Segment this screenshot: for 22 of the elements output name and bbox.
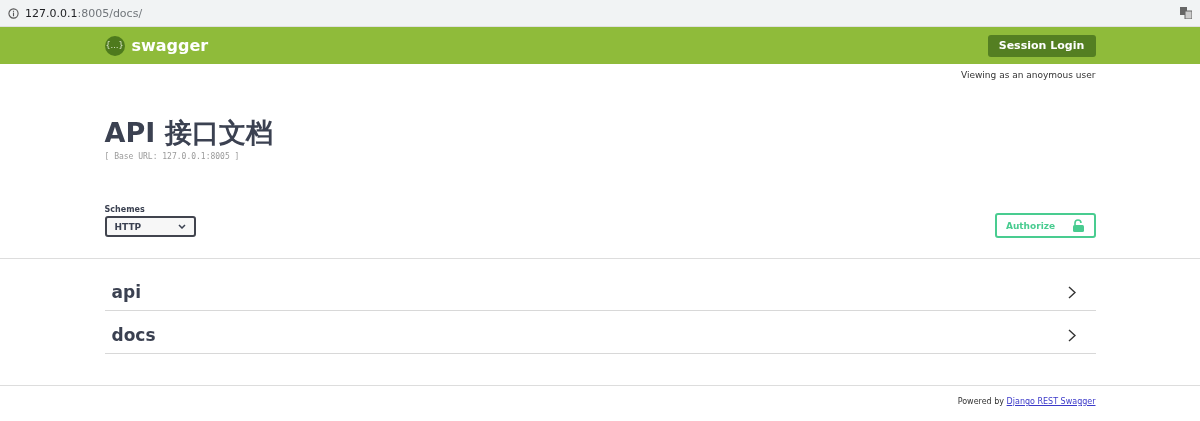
url-text: 127.0.0.1:8005/docs/ (25, 6, 143, 20)
chevron-right-icon (1067, 285, 1076, 299)
address-bar[interactable]: 127.0.0.1:8005/docs/ (0, 0, 1200, 27)
chevron-right-icon (1067, 328, 1076, 342)
page-title: API 接口文档 (104, 116, 274, 150)
base-url: [ Base URL: 127.0.0.1:8005 ] (104, 152, 241, 161)
info-icon[interactable] (8, 7, 19, 19)
unlock-icon (1073, 219, 1085, 232)
user-note: Viewing as an anoymous user (960, 70, 1096, 80)
section-header[interactable]: api (104, 274, 1096, 311)
section-name: api (111, 282, 141, 302)
section-name: docs (111, 325, 156, 345)
logo-icon: {…} (104, 35, 125, 56)
footer-link[interactable]: Django REST Swagger (1006, 397, 1096, 406)
section-header[interactable]: docs (104, 317, 1096, 354)
chevron-down-icon (177, 224, 186, 229)
schemes-select[interactable]: HTTP (104, 216, 196, 237)
login-button[interactable]: Session Login (987, 34, 1096, 57)
translate-icon[interactable] (1180, 7, 1192, 19)
brand-name: swagger (131, 36, 209, 55)
schemes-label: Schemes (104, 205, 146, 214)
footer-text: Powered by Django REST Swagger (956, 396, 1096, 406)
